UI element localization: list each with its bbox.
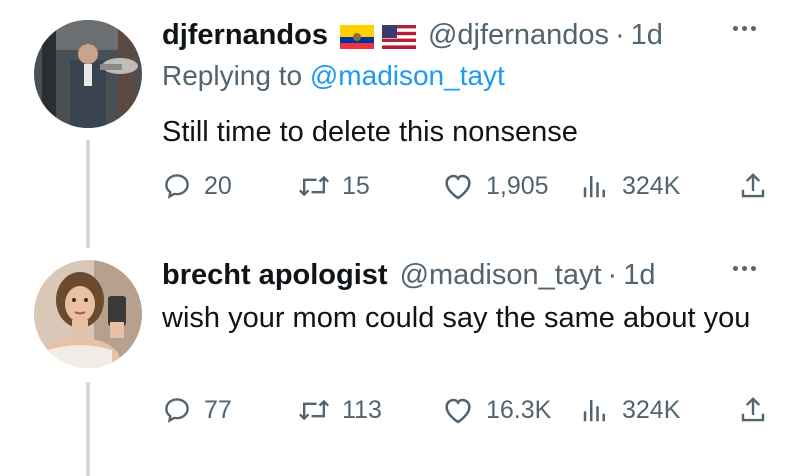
views-icon [583, 176, 605, 198]
thread-line [86, 382, 90, 476]
more-options-icon[interactable] [733, 26, 756, 31]
retweet-icon [299, 175, 329, 197]
avatar[interactable] [34, 20, 142, 128]
more-options-icon[interactable] [733, 266, 756, 271]
share-button[interactable] [738, 390, 768, 430]
share-icon [741, 173, 765, 198]
tweet-text: wish your mom could say the same about y… [162, 302, 751, 334]
share-button[interactable] [738, 166, 768, 206]
retweet-button[interactable]: 113 [298, 390, 382, 430]
tweet[interactable]: djfernandos @djfernandos · 1d Replying t… [0, 0, 800, 248]
heart-icon [445, 398, 471, 424]
views-icon [583, 400, 605, 422]
heart-icon [445, 174, 471, 200]
replying-to-link[interactable]: @madison_tayt [310, 60, 505, 91]
timestamp[interactable]: 1d [623, 258, 655, 292]
retweet-icon [299, 399, 329, 421]
flag-usa-icon [381, 23, 416, 49]
like-count: 16.3K [486, 395, 552, 424]
views-button[interactable]: 324K [580, 166, 680, 206]
reply-count: 20 [204, 171, 232, 200]
action-bar: 20 15 1,905 324K [162, 166, 772, 206]
flag-ecuador-icon [339, 23, 374, 49]
avatar[interactable] [34, 260, 142, 368]
action-bar: 77 113 16.3K 324K [162, 390, 772, 430]
replying-label: Replying to [162, 60, 303, 91]
views-button[interactable]: 324K [580, 390, 680, 430]
share-icon [741, 397, 765, 422]
view-count: 324K [622, 395, 681, 424]
timestamp[interactable]: 1d [631, 18, 663, 52]
tweet-header: djfernandos @djfernandos · 1d [162, 18, 760, 52]
reply-icon [165, 174, 189, 199]
tweet-header: brecht apologist @madison_tayt · 1d [162, 258, 760, 292]
display-name[interactable]: djfernandos [162, 18, 328, 52]
retweet-button[interactable]: 15 [298, 166, 370, 206]
like-button[interactable]: 16.3K [442, 390, 551, 430]
reply-icon [165, 398, 189, 423]
thread-line [86, 140, 90, 248]
reply-count: 77 [204, 395, 232, 424]
view-count: 324K [622, 171, 681, 200]
replying-to: Replying to @madison_tayt [162, 60, 505, 92]
like-button[interactable]: 1,905 [442, 166, 549, 206]
user-handle[interactable]: @djfernandos [428, 18, 609, 52]
user-handle[interactable]: @madison_tayt [400, 258, 602, 292]
avatar-photo [34, 20, 142, 128]
retweet-count: 113 [342, 395, 382, 424]
like-count: 1,905 [486, 171, 549, 200]
reply-button[interactable]: 20 [162, 166, 232, 206]
retweet-count: 15 [342, 171, 370, 200]
avatar-photo [34, 260, 142, 368]
tweet[interactable]: brecht apologist @madison_tayt · 1d wish… [0, 248, 800, 476]
tweet-text: Still time to delete this nonsense [162, 116, 578, 148]
display-name[interactable]: brecht apologist [162, 258, 388, 292]
reply-button[interactable]: 77 [162, 390, 232, 430]
separator-dot: · [614, 19, 625, 51]
separator-dot: · [607, 259, 618, 291]
